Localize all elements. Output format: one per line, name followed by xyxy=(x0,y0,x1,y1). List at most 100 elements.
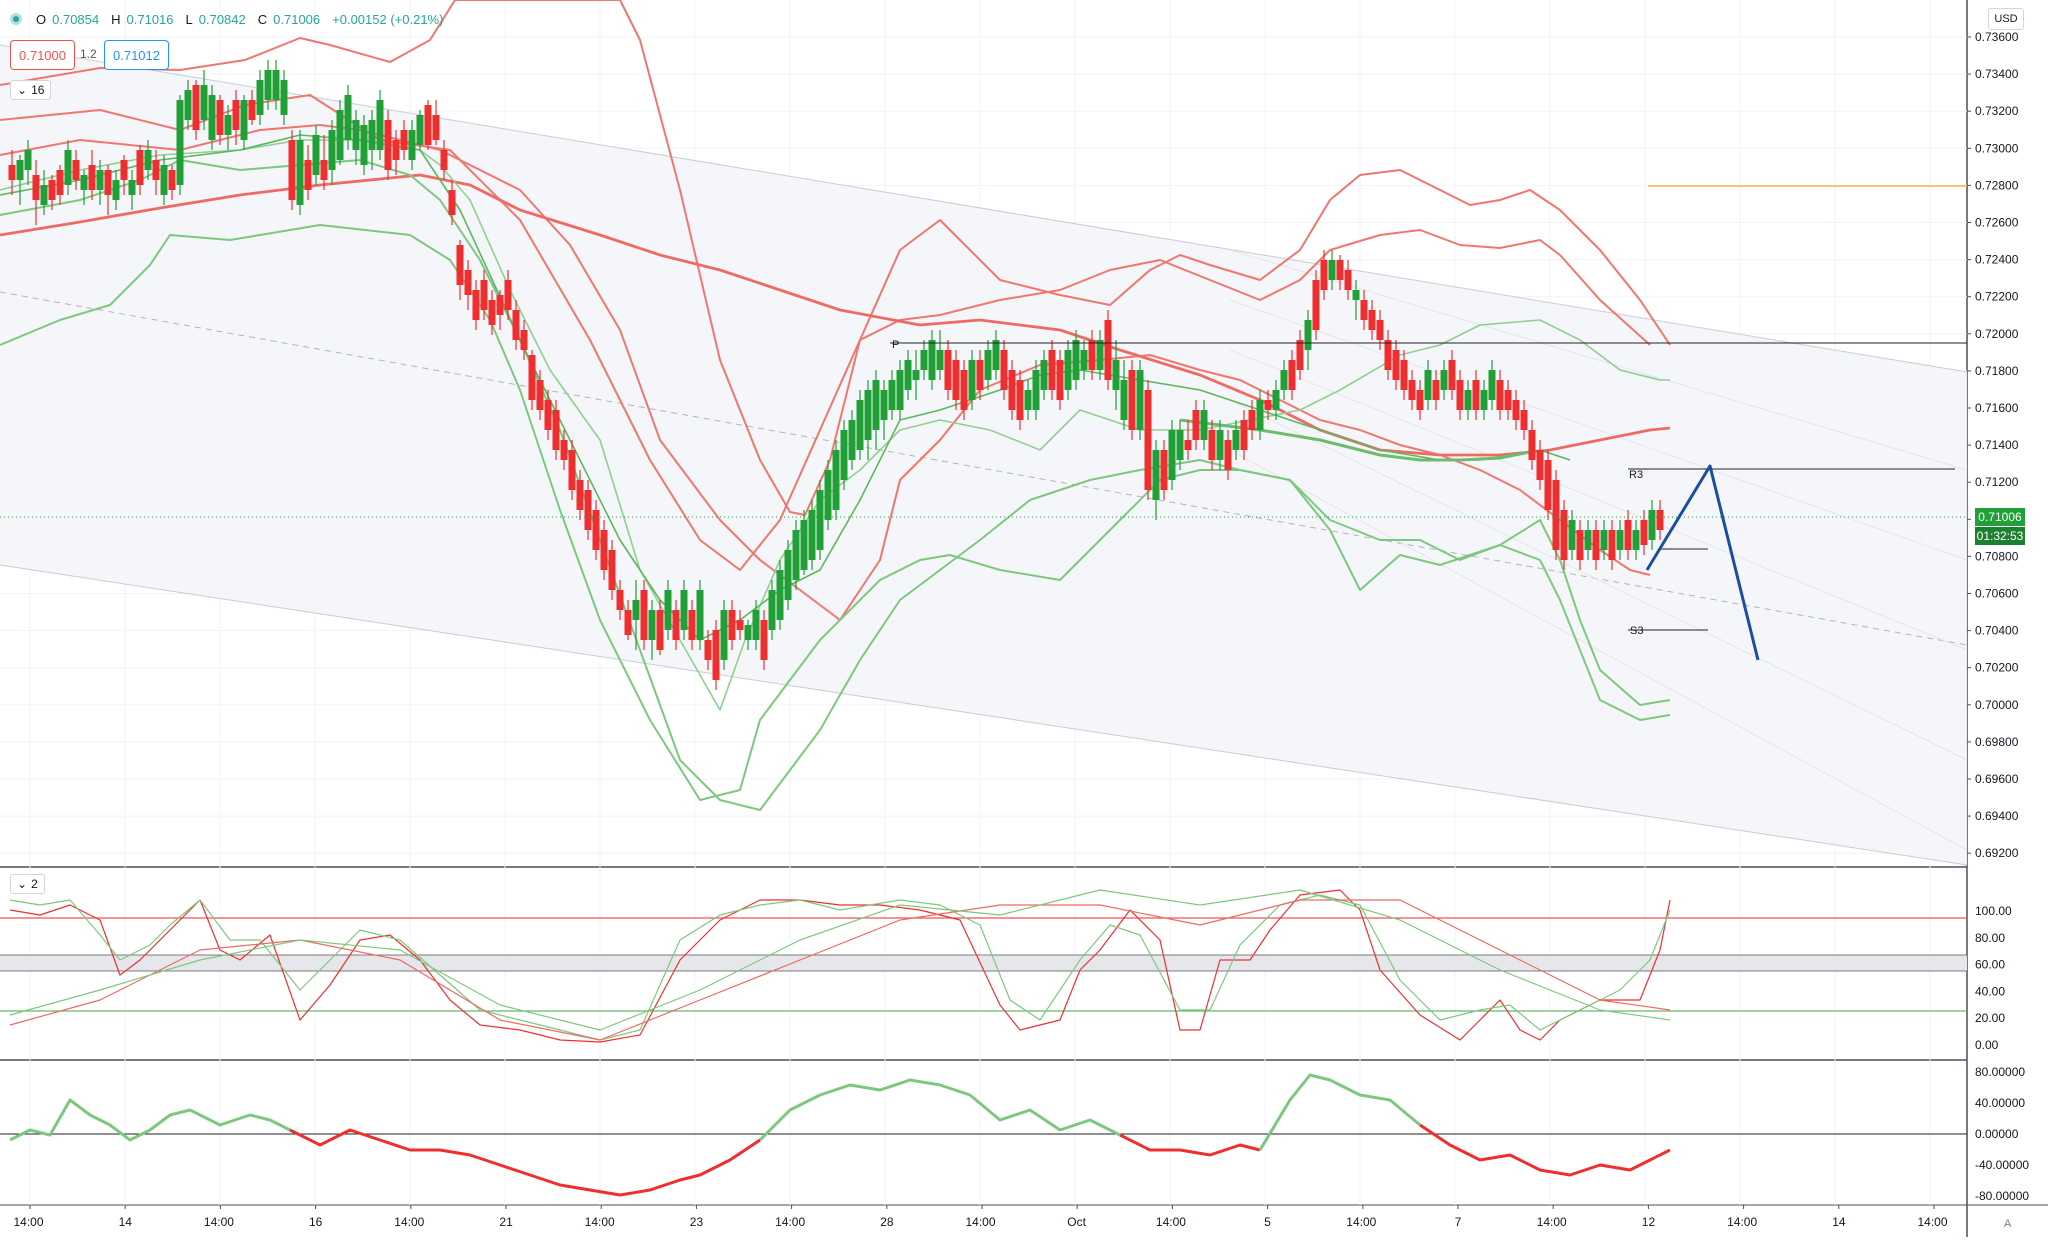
candle-bullish xyxy=(848,420,856,460)
candle-bullish xyxy=(768,590,776,630)
buy-button[interactable]: 0.71012 xyxy=(104,40,169,70)
candle-bullish xyxy=(840,430,848,480)
time-axis-label: 14:00 xyxy=(1537,1215,1567,1229)
price-axis-label: 0.73600 xyxy=(1975,30,2019,44)
candle-bearish xyxy=(608,550,616,590)
open-value: 0.70854 xyxy=(52,11,100,27)
candle-bullish xyxy=(1304,320,1312,350)
mom-axis-label: -80.00000 xyxy=(1975,1189,2029,1203)
candle-bullish xyxy=(664,590,672,630)
candle-bullish xyxy=(256,80,264,115)
candle-bullish xyxy=(1632,530,1640,550)
candle-bearish xyxy=(1536,450,1544,480)
chart-canvas[interactable]: 0.73600 0.73400 0.73200 0.73000 0.72800 0.726… xyxy=(0,0,2048,1237)
candle-bearish xyxy=(656,610,664,650)
candle-bullish xyxy=(800,520,808,570)
candle-bullish xyxy=(1480,390,1488,410)
ohlc-legend: O 0.70854 H 0.71016 L 0.70842 C 0.71006 +0.0… xyxy=(10,8,449,30)
candle-bullish xyxy=(200,85,208,120)
indicators-toggle-osc[interactable]: ⌄ 2 xyxy=(10,874,45,894)
candle-bullish xyxy=(784,550,792,600)
osc-axis-label: 20.00 xyxy=(1975,1011,2005,1025)
candle-bullish xyxy=(1568,520,1576,550)
time-axis-label: 14:00 xyxy=(1156,1215,1186,1229)
low-value: 0.70842 xyxy=(198,11,246,27)
indicators-toggle-main[interactable]: ⌄ 16 xyxy=(10,80,52,100)
time-axis-label: 14:00 xyxy=(1727,1215,1757,1229)
candle-bearish xyxy=(1368,310,1376,330)
candle-bearish xyxy=(960,370,968,410)
candle-bearish xyxy=(1400,360,1408,390)
candle-bearish xyxy=(480,280,488,310)
candle-bullish xyxy=(328,130,336,170)
candle-bullish xyxy=(1424,370,1432,400)
time-axis-label: 5 xyxy=(1264,1215,1271,1229)
candle-bullish xyxy=(160,165,168,195)
candle-bearish xyxy=(624,610,632,635)
candle-bearish xyxy=(48,180,56,200)
candle-bearish xyxy=(1248,410,1256,430)
candle-bearish xyxy=(1160,450,1168,490)
momentum-negative xyxy=(1119,1133,1261,1157)
candle-bearish xyxy=(496,295,504,315)
candle-bearish xyxy=(392,140,400,160)
candle-bearish xyxy=(1504,390,1512,410)
candle-bearish xyxy=(552,410,560,450)
candle-bearish xyxy=(304,160,312,190)
chart-area[interactable]: 0.73600 0.73400 0.73200 0.73000 0.72800 0.726… xyxy=(0,0,2048,1237)
candle-bullish xyxy=(984,350,992,380)
candle-bullish xyxy=(752,610,760,640)
price-axis-label: 0.71400 xyxy=(1975,438,2019,452)
candle-bullish xyxy=(24,150,32,170)
currency-button[interactable]: USD xyxy=(1988,8,2024,30)
candle-bullish xyxy=(872,380,880,430)
candle-bearish xyxy=(1656,510,1664,530)
candle-bearish xyxy=(1392,350,1400,380)
time-axis-label: 14:00 xyxy=(394,1215,424,1229)
time-axis-label: 14:00 xyxy=(204,1215,234,1229)
indicator-count: 2 xyxy=(31,877,38,891)
momentum-positive xyxy=(1258,1073,1421,1151)
candle-bearish xyxy=(1208,430,1216,460)
candle-bearish xyxy=(1104,320,1112,380)
candle-bearish xyxy=(672,610,680,640)
candle-bearish xyxy=(440,150,448,170)
sell-button[interactable]: 0.71000 xyxy=(10,40,75,70)
price-axis-label: 0.73200 xyxy=(1975,104,2019,118)
time-axis-label: 7 xyxy=(1455,1215,1462,1229)
candle-bearish xyxy=(1576,530,1584,560)
candle-bullish xyxy=(936,350,944,370)
candle-bearish xyxy=(1416,390,1424,410)
indicator-count: 16 xyxy=(31,83,45,97)
candle-bullish xyxy=(1096,340,1104,370)
candle-bearish xyxy=(192,85,200,130)
price-axis-label: 0.73000 xyxy=(1975,141,2019,155)
candle-bearish xyxy=(488,300,496,325)
candle-bullish xyxy=(680,590,688,630)
candle-bearish xyxy=(456,245,464,285)
candle-bullish xyxy=(1120,380,1128,420)
candle-bearish xyxy=(1056,360,1064,400)
candle-bullish xyxy=(1352,290,1360,300)
candle-bearish xyxy=(592,510,600,550)
price-axis-label: 0.69200 xyxy=(1975,846,2019,860)
candle-bearish xyxy=(1144,390,1152,490)
candle-bearish xyxy=(688,610,696,640)
candle-bullish xyxy=(1488,370,1496,400)
candle-bearish xyxy=(1496,380,1504,410)
candle-bearish xyxy=(1288,360,1296,390)
candle-bullish xyxy=(1272,390,1280,410)
change-value: +0.00152 (+0.21%) xyxy=(332,11,444,27)
candle-bullish xyxy=(904,360,912,390)
candle-bullish xyxy=(992,340,1000,370)
chevron-down-icon: ⌄ xyxy=(17,877,28,891)
auto-scale-button[interactable]: A xyxy=(2004,1218,2011,1230)
candle-bullish xyxy=(888,380,896,410)
price-axis-label: 0.72800 xyxy=(1975,178,2019,192)
candle-bullish xyxy=(832,450,840,510)
candle-bullish xyxy=(368,120,376,150)
candle-bullish xyxy=(1584,530,1592,550)
countdown-tag: 01:32:53 xyxy=(1975,527,2025,545)
candle-bullish xyxy=(16,160,24,180)
candle-bullish xyxy=(312,135,320,175)
